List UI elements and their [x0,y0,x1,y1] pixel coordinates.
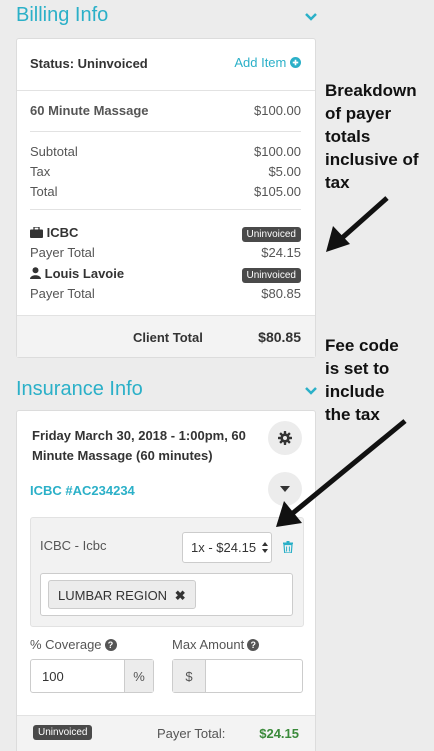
arrow-icon [276,419,407,527]
annotation-arrows [276,196,407,527]
arrow-icon [326,196,389,252]
